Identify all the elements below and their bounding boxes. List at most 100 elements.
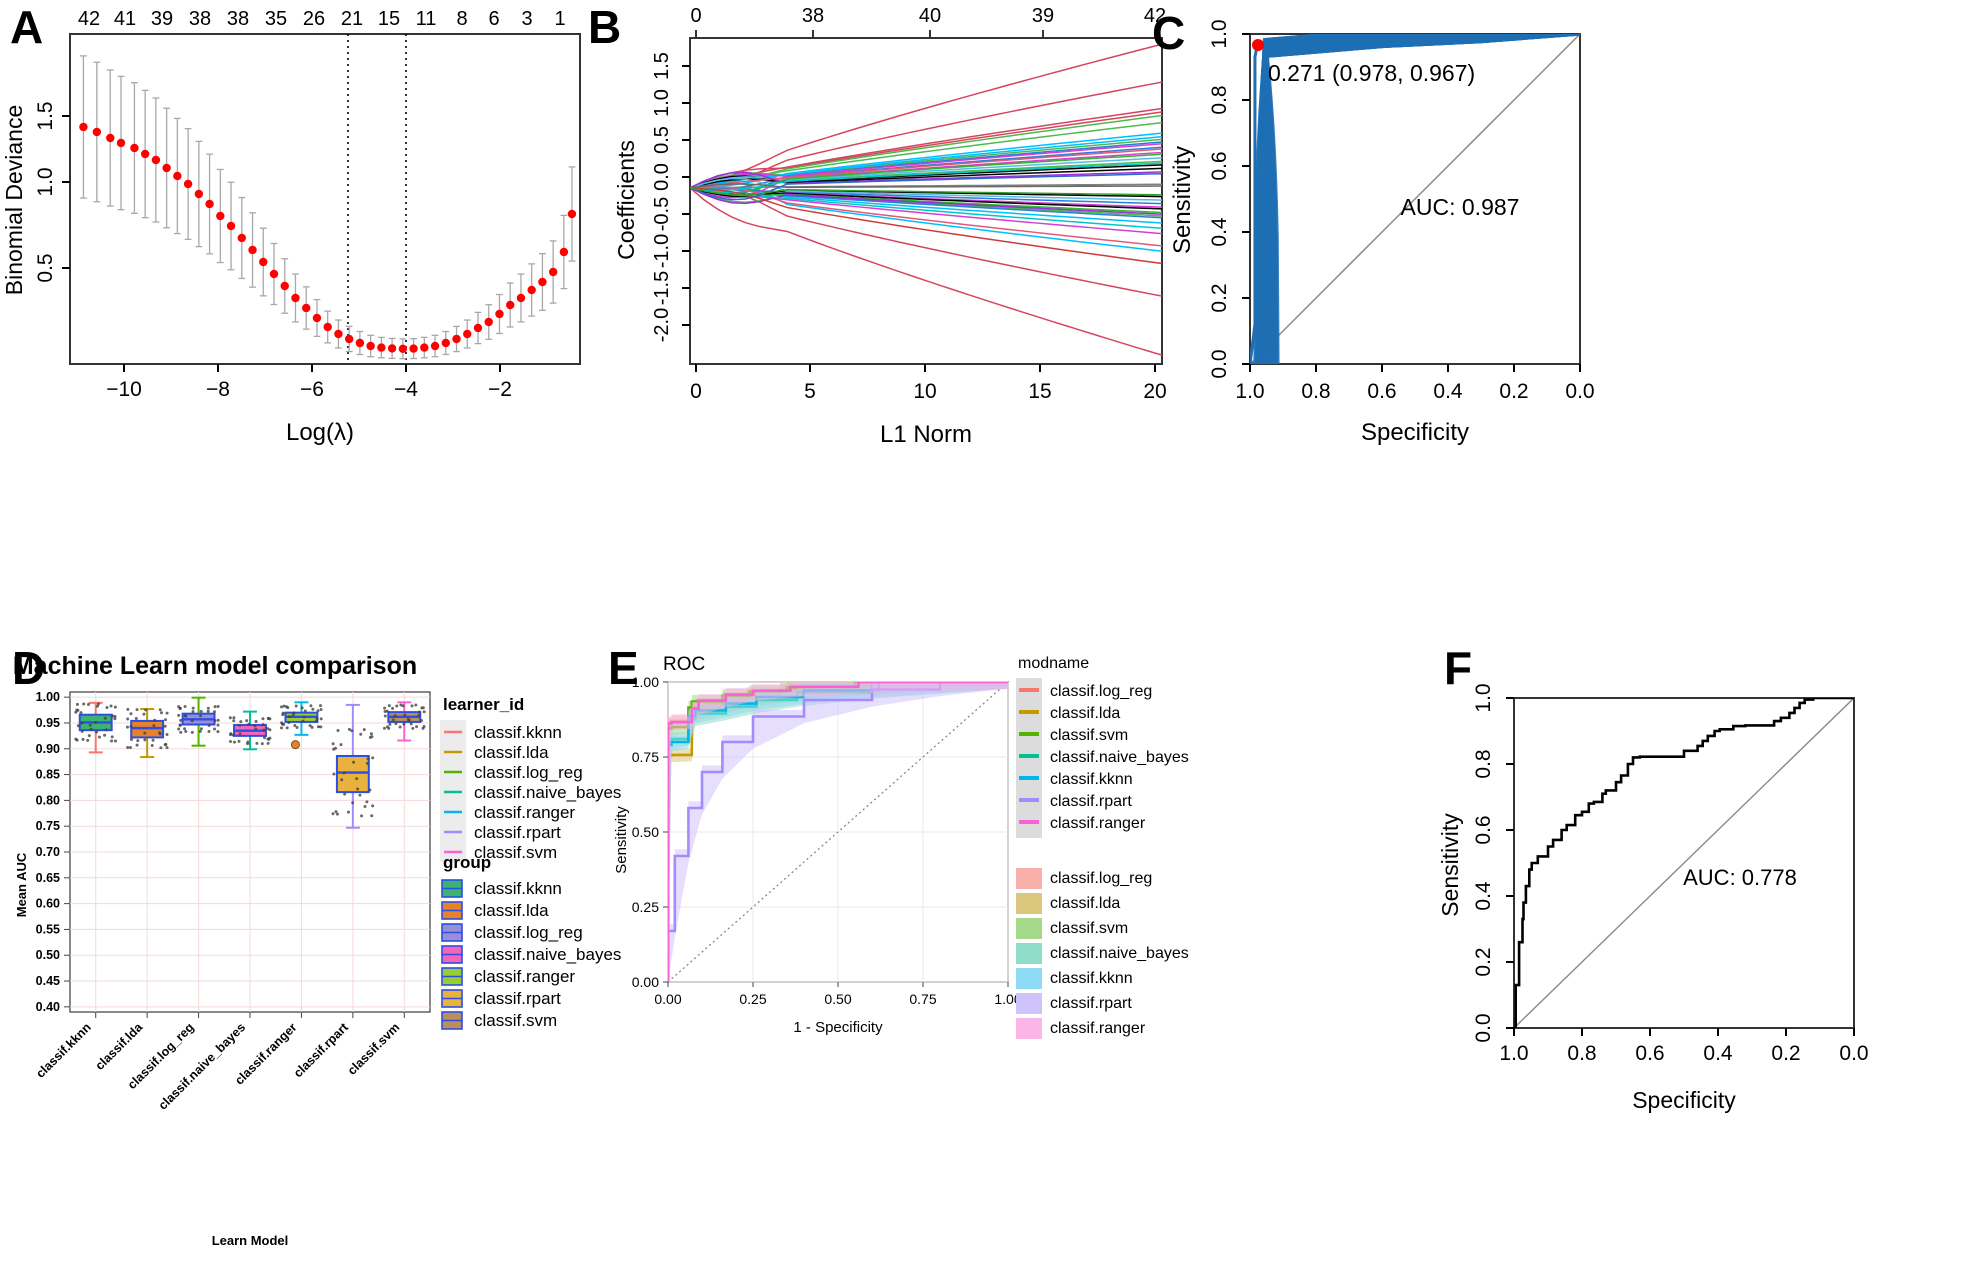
panel-d-xlabel: Learn Model bbox=[212, 1233, 289, 1248]
panel-e-y-axis: 0.00 0.25 0.50 0.75 1.00 bbox=[632, 674, 668, 990]
y-tick: 0.5 bbox=[651, 126, 673, 154]
svg-text:0.60: 0.60 bbox=[36, 897, 60, 911]
svg-text:0.90: 0.90 bbox=[36, 742, 60, 756]
x-tick: 1.0 bbox=[1235, 380, 1264, 403]
top-tick: 41 bbox=[114, 8, 136, 30]
svg-text:0.75: 0.75 bbox=[36, 819, 60, 833]
svg-text:0.85: 0.85 bbox=[36, 768, 60, 782]
svg-text:0.50: 0.50 bbox=[632, 824, 659, 840]
panel-e-ylabel: Sensitivity bbox=[613, 806, 630, 874]
svg-text:0.50: 0.50 bbox=[824, 991, 851, 1007]
svg-text:classif.rpart: classif.rpart bbox=[291, 1020, 352, 1081]
svg-text:1.00: 1.00 bbox=[632, 674, 659, 690]
y-tick: 0.0 bbox=[651, 163, 673, 191]
panel-e-x-axis: 0.00 0.25 0.50 0.75 1.00 bbox=[654, 982, 1022, 1007]
svg-text:classif.svm: classif.svm bbox=[345, 1020, 403, 1078]
svg-text:1.0: 1.0 bbox=[1472, 683, 1495, 712]
svg-text:classif.rpart: classif.rpart bbox=[1050, 793, 1132, 810]
top-tick: 38 bbox=[802, 5, 824, 27]
panel-a-y-axis: 0.5 1.0 1.5 bbox=[34, 101, 70, 283]
svg-text:classif.log_reg: classif.log_reg bbox=[474, 763, 583, 782]
panel-b-xlabel: L1 Norm bbox=[880, 421, 972, 448]
y-tick: 1.5 bbox=[651, 52, 673, 80]
y-tick: 1.5 bbox=[34, 101, 57, 130]
panel-e: ROC 0.00 0.25 0.50 0.75 1.00 0.00 0.25 0.50 0.7… bbox=[600, 640, 1400, 1265]
panel-e-legend2: classif.log_reg classif.lda classif.svm cla… bbox=[1016, 868, 1189, 1039]
x-tick: −8 bbox=[206, 378, 230, 401]
svg-text:0.40: 0.40 bbox=[36, 1000, 60, 1014]
panel-c-auc-annotation: AUC: 0.987 bbox=[1401, 194, 1520, 220]
svg-text:0.00: 0.00 bbox=[632, 974, 659, 990]
panel-c-x-axis: 1.0 0.8 0.6 0.4 0.2 0.0 bbox=[1235, 364, 1595, 403]
x-tick: 0.6 bbox=[1367, 380, 1396, 403]
svg-text:0.95: 0.95 bbox=[36, 716, 60, 730]
panel-f-xlabel: Specificity bbox=[1632, 1087, 1736, 1113]
panel-b-ylabel: Coefficients bbox=[613, 140, 639, 260]
panel-e-xlabel: 1 - Specificity bbox=[793, 1019, 883, 1036]
x-tick: −2 bbox=[488, 378, 512, 401]
top-tick: 39 bbox=[151, 8, 173, 30]
y-tick: 0.0 bbox=[1208, 349, 1231, 378]
svg-text:classif.kknn: classif.kknn bbox=[33, 1020, 94, 1081]
svg-text:1.00: 1.00 bbox=[36, 690, 60, 704]
svg-text:0.8: 0.8 bbox=[1567, 1042, 1596, 1065]
svg-text:0.4: 0.4 bbox=[1703, 1042, 1733, 1065]
svg-text:0.45: 0.45 bbox=[36, 974, 60, 988]
y-tick: -2.0 bbox=[651, 308, 673, 342]
panel-f-y-axis: 0.0 0.2 0.4 0.6 0.8 1.0 bbox=[1472, 683, 1514, 1043]
svg-text:0.75: 0.75 bbox=[909, 991, 936, 1007]
svg-text:0.80: 0.80 bbox=[36, 793, 60, 807]
panel-a-top-axis: 42 41 39 38 38 35 26 21 15 11 8 6 3 1 bbox=[78, 8, 566, 30]
y-tick: 0.5 bbox=[34, 253, 57, 282]
svg-text:0.2: 0.2 bbox=[1472, 947, 1495, 976]
top-tick: 39 bbox=[1032, 5, 1054, 27]
panel-d-legend1: classif.kknnclassif.ldaclassif.log_regcl… bbox=[440, 720, 621, 862]
x-tick: 0.8 bbox=[1301, 380, 1330, 403]
panel-e-plot: ROC 0.00 0.25 0.50 0.75 1.00 0.00 0.25 0.50 0.7… bbox=[613, 654, 1189, 1039]
svg-text:classif.kknn: classif.kknn bbox=[1050, 771, 1133, 788]
top-tick: 35 bbox=[265, 8, 287, 30]
svg-text:0.25: 0.25 bbox=[632, 899, 659, 915]
panel-c: 0.271 (0.978, 0.967) AUC: 0.987 0.0 0.2 … bbox=[1160, 0, 1965, 500]
top-tick: 8 bbox=[456, 8, 467, 30]
top-tick: 42 bbox=[78, 8, 100, 30]
svg-text:classif.rpart: classif.rpart bbox=[474, 823, 561, 842]
y-tick: 0.8 bbox=[1208, 85, 1231, 114]
svg-text:classif.ranger: classif.ranger bbox=[474, 803, 575, 822]
top-tick: 21 bbox=[341, 8, 363, 30]
panel-c-threshold-annotation: 0.271 (0.978, 0.967) bbox=[1268, 60, 1475, 86]
y-tick: -0.5 bbox=[651, 197, 673, 231]
svg-text:0.65: 0.65 bbox=[36, 871, 60, 885]
panel-d: Machine Learn model comparison 0.40 0.45 0… bbox=[0, 640, 622, 1265]
svg-text:classif.naive_bayes: classif.naive_bayes bbox=[1050, 945, 1189, 962]
svg-text:classif.lda: classif.lda bbox=[474, 901, 549, 920]
x-tick: 0 bbox=[690, 380, 702, 403]
svg-text:0.8: 0.8 bbox=[1472, 749, 1495, 778]
svg-text:0.4: 0.4 bbox=[1472, 881, 1495, 911]
svg-text:0.75: 0.75 bbox=[632, 749, 659, 765]
panel-a-xlabel: Log(λ) bbox=[286, 419, 354, 446]
panel-a-ylabel: Binomial Deviance bbox=[1, 105, 27, 295]
panel-d-legend2-title: group bbox=[443, 853, 491, 872]
top-tick: 6 bbox=[488, 8, 499, 30]
panel-d-plot: Machine Learn model comparison 0.400.450… bbox=[13, 652, 622, 1248]
panel-c-plot: 0.271 (0.978, 0.967) AUC: 0.987 0.0 0.2 … bbox=[1169, 19, 1595, 446]
panel-b-plot: 0 38 40 39 42 1.5 1.0 0.5 0.0 -0.5 -1.0 … bbox=[613, 5, 1167, 448]
panel-e-legend1: classif.log_reg classif.lda classif.svm cla… bbox=[1016, 678, 1189, 838]
panel-d-legend2: classif.kknn classif.lda classif.log_regcl… bbox=[441, 879, 621, 1030]
svg-text:classif.kknn: classif.kknn bbox=[474, 879, 562, 898]
svg-text:classif.lda: classif.lda bbox=[474, 743, 549, 762]
top-tick: 15 bbox=[378, 8, 400, 30]
svg-text:classif.lda: classif.lda bbox=[1050, 895, 1120, 912]
svg-text:0.00: 0.00 bbox=[654, 991, 681, 1007]
panel-b-coefficient-paths bbox=[690, 43, 1162, 356]
panel-f-ylabel: Sensitivity bbox=[1437, 813, 1463, 917]
top-tick: 1 bbox=[554, 8, 565, 30]
svg-text:0.2: 0.2 bbox=[1771, 1042, 1800, 1065]
panel-d-y-axis: 0.40 0.45 0.50 0.55 0.60 0.65 0.70 0.75 0.80 0.85… bbox=[36, 690, 70, 1014]
top-tick: 40 bbox=[919, 5, 941, 27]
svg-text:classif.svm: classif.svm bbox=[1050, 727, 1128, 744]
svg-text:0.6: 0.6 bbox=[1472, 815, 1495, 844]
svg-text:0.6: 0.6 bbox=[1635, 1042, 1664, 1065]
y-tick: 1.0 bbox=[651, 89, 673, 117]
